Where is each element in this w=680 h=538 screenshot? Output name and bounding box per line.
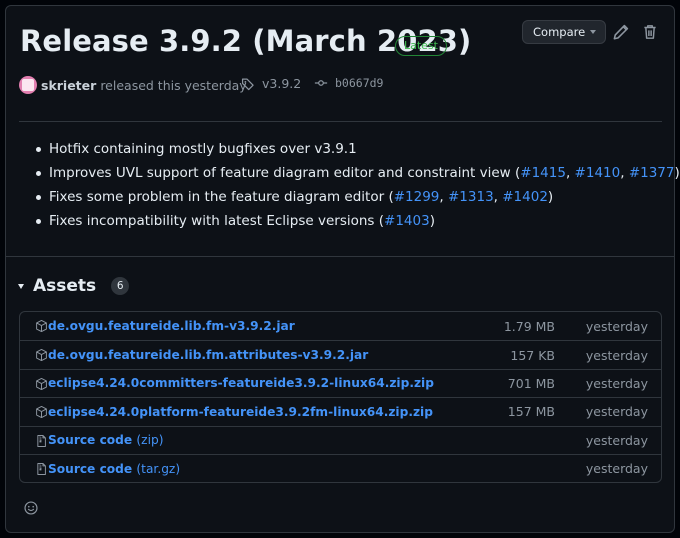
assets-toggle[interactable]: Assets 6 xyxy=(18,276,130,296)
assets-list: de.ovgu.featureide.lib.fm-v3.9.2.jar 1.7… xyxy=(19,311,662,484)
file-zip-icon xyxy=(37,434,46,447)
commit-sha: b0667d9 xyxy=(335,76,384,90)
tag-label: v3.9.2 xyxy=(262,76,302,91)
header-divider xyxy=(19,121,662,122)
tag-link[interactable]: v3.9.2 xyxy=(241,76,301,91)
asset-link[interactable]: de.ovgu.featureide.lib.fm.attributes-v3.… xyxy=(48,348,368,362)
asset-row: eclipse4.24.0committers-featureide3.9.2-… xyxy=(20,368,661,397)
package-icon xyxy=(36,377,47,390)
issue-link[interactable]: #1403 xyxy=(384,213,430,229)
issue-link[interactable]: #1299 xyxy=(394,189,440,205)
asset-link[interactable]: Source code (tar.gz) xyxy=(48,462,180,476)
trash-icon[interactable] xyxy=(641,23,659,41)
asset-date: yesterday xyxy=(585,404,648,420)
asset-link[interactable]: Source code (zip) xyxy=(48,433,163,447)
issue-link[interactable]: #1415 xyxy=(520,165,566,181)
note-item: Fixes some problem in the feature diagra… xyxy=(33,185,680,209)
note-item: Hotfix containing mostly bugfixes over v… xyxy=(33,137,680,161)
tag-icon xyxy=(241,77,254,90)
asset-row: de.ovgu.featureide.lib.fm.attributes-v3.… xyxy=(20,340,661,368)
avatar[interactable] xyxy=(19,76,37,94)
asset-link[interactable]: eclipse4.24.0platform-featureide3.9.2fm-… xyxy=(48,405,433,419)
asset-row: de.ovgu.featureide.lib.fm-v3.9.2.jar 1.7… xyxy=(20,312,661,340)
note-item: Fixes incompatibility with latest Eclips… xyxy=(33,209,680,233)
asset-row: eclipse4.24.0platform-featureide3.9.2fm-… xyxy=(20,397,661,425)
smiley-icon[interactable] xyxy=(19,496,43,520)
asset-date: yesterday xyxy=(585,318,648,334)
release-notes: Hotfix containing mostly bugfixes over v… xyxy=(33,137,680,233)
latest-badge: Latest xyxy=(395,36,447,56)
asset-link[interactable]: eclipse4.24.0committers-featureide3.9.2-… xyxy=(48,376,434,390)
commit-link[interactable]: b0667d9 xyxy=(314,76,383,90)
compare-button[interactable]: Compare xyxy=(522,20,606,44)
git-commit-icon xyxy=(314,80,328,86)
issue-link[interactable]: #1313 xyxy=(448,189,494,205)
issue-link[interactable]: #1377 xyxy=(629,165,675,181)
chevron-down-icon xyxy=(590,30,596,34)
release-meta: skrieter released this yesterday xyxy=(19,76,247,94)
asset-row: Source code (tar.gz) yesterday xyxy=(20,453,661,482)
assets-count-badge: 6 xyxy=(111,277,130,295)
asset-date: yesterday xyxy=(585,432,648,448)
asset-date: yesterday xyxy=(585,461,648,477)
asset-link[interactable]: de.ovgu.featureide.lib.fm-v3.9.2.jar xyxy=(48,319,295,333)
issue-link[interactable]: #1402 xyxy=(502,189,548,205)
released-text: released this yesterday xyxy=(100,77,247,93)
asset-row: Source code (zip) yesterday xyxy=(20,425,661,454)
release-card: Release 3.9.2 (March 2023) Latest Compar… xyxy=(5,5,680,533)
author-link[interactable]: skrieter xyxy=(41,78,96,93)
file-zip-icon xyxy=(37,462,46,475)
asset-date: yesterday xyxy=(585,375,648,391)
asset-date: yesterday xyxy=(585,347,648,363)
asset-size: 157 KB xyxy=(510,347,555,363)
section-divider xyxy=(6,256,674,257)
note-item: Improves UVL support of feature diagram … xyxy=(33,161,680,185)
pencil-icon[interactable] xyxy=(612,23,630,41)
package-icon xyxy=(36,319,47,333)
assets-heading: Assets xyxy=(33,276,97,296)
asset-size: 701 MB xyxy=(507,375,555,391)
package-icon xyxy=(36,406,47,419)
package-icon xyxy=(36,349,47,362)
asset-size: 1.79 MB xyxy=(503,318,555,334)
asset-size: 157 MB xyxy=(507,404,555,420)
triangle-down-icon xyxy=(18,283,24,289)
issue-link[interactable]: #1410 xyxy=(575,165,621,181)
compare-label: Compare xyxy=(533,25,586,39)
